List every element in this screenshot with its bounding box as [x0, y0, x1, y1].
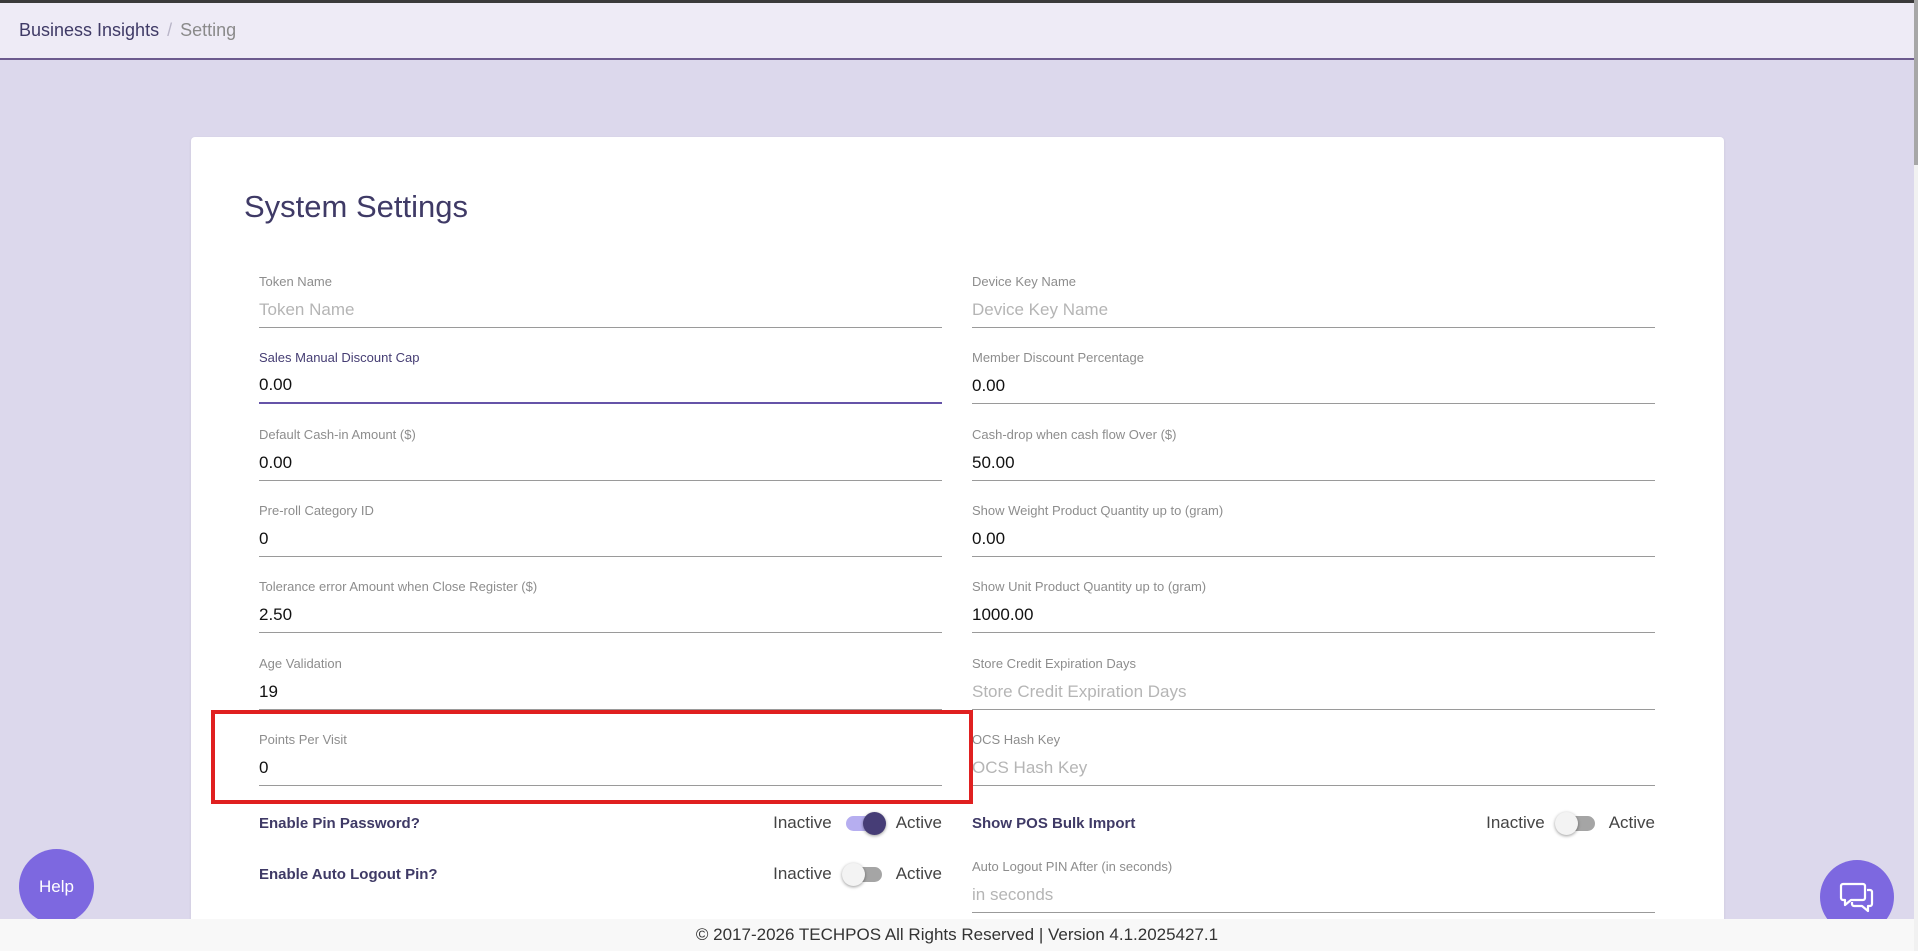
toggle-knob	[862, 812, 886, 835]
enable-pin-password-inactive-label: Inactive	[773, 813, 832, 832]
sales-manual-discount-cap-field: Sales Manual Discount Cap	[259, 344, 942, 414]
enable-auto-logout-pin-label: Enable Auto Logout Pin?	[259, 865, 438, 883]
cash-drop-over-field: Cash-drop when cash flow Over ($)	[972, 421, 1655, 491]
enable-auto-logout-pin-inactive-label: Inactive	[773, 864, 832, 883]
ocs-hash-key-label: OCS Hash Key	[972, 732, 1061, 747]
sales-manual-discount-cap-label: Sales Manual Discount Cap	[259, 350, 420, 365]
store-credit-expiration-days-label: Store Credit Expiration Days	[972, 656, 1137, 671]
store-credit-expiration-days-field: Store Credit Expiration Days	[972, 650, 1655, 720]
breadcrumb-business-insights[interactable]: Business Insights	[19, 20, 159, 41]
auto-logout-pin-after-input[interactable]	[972, 877, 1655, 913]
cash-drop-over-input[interactable]	[972, 445, 1655, 481]
pre-roll-category-id-input[interactable]	[259, 521, 942, 557]
toggle-knob	[841, 863, 865, 886]
show-unit-product-qty-field: Show Unit Product Quantity up to (gram)	[972, 573, 1655, 643]
age-validation-field: Age Validation	[259, 650, 942, 720]
tolerance-error-amount-input[interactable]	[259, 597, 942, 633]
token-name-field: Token Name	[259, 268, 942, 338]
show-pos-bulk-import-row: Show POS Bulk Import Inactive Active	[972, 808, 1655, 838]
device-key-name-label: Device Key Name	[972, 274, 1077, 289]
scrollbar-thumb[interactable]	[1914, 0, 1918, 165]
device-key-name-field: Device Key Name	[972, 268, 1655, 338]
settings-card: System Settings Token Name Device Key Na…	[191, 137, 1724, 927]
show-weight-product-qty-field: Show Weight Product Quantity up to (gram…	[972, 497, 1655, 567]
token-name-label: Token Name	[259, 274, 332, 289]
enable-pin-password-toggle[interactable]	[842, 808, 886, 838]
age-validation-input[interactable]	[259, 674, 942, 710]
toggle-knob	[1554, 812, 1578, 835]
footer-copyright: © 2017-2026 TECHPOS All Rights Reserved …	[695, 925, 1219, 944]
points-per-visit-field: Points Per Visit	[259, 726, 942, 796]
chat-bubbles-icon	[1839, 882, 1874, 913]
auto-logout-pin-after-label: Auto Logout PIN After (in seconds)	[972, 859, 1173, 874]
auto-logout-pin-after-field: Auto Logout PIN After (in seconds)	[972, 853, 1655, 923]
enable-pin-password-label: Enable Pin Password?	[259, 814, 420, 832]
store-credit-expiration-days-input[interactable]	[972, 674, 1655, 710]
show-weight-product-qty-label: Show Weight Product Quantity up to (gram…	[972, 503, 1224, 518]
breadcrumb-setting: Setting	[180, 20, 237, 40]
enable-auto-logout-pin-row: Enable Auto Logout Pin? Inactive Active	[259, 859, 942, 889]
show-pos-bulk-import-inactive-label: Inactive	[1486, 813, 1545, 832]
points-per-visit-input[interactable]	[259, 750, 942, 786]
help-button[interactable]: Help	[19, 849, 94, 924]
pre-roll-category-id-label: Pre-roll Category ID	[259, 503, 374, 518]
default-cash-in-amount-field: Default Cash-in Amount ($)	[259, 421, 942, 491]
enable-pin-password-row: Enable Pin Password? Inactive Active	[259, 808, 942, 838]
tolerance-error-amount-field: Tolerance error Amount when Close Regist…	[259, 573, 942, 643]
show-weight-product-qty-input[interactable]	[972, 521, 1655, 557]
default-cash-in-amount-input[interactable]	[259, 445, 942, 481]
show-pos-bulk-import-label: Show POS Bulk Import	[972, 814, 1136, 832]
member-discount-percentage-input[interactable]	[972, 368, 1655, 404]
ocs-hash-key-field: OCS Hash Key	[972, 726, 1655, 796]
show-unit-product-qty-label: Show Unit Product Quantity up to (gram)	[972, 579, 1207, 594]
pre-roll-category-id-field: Pre-roll Category ID	[259, 497, 942, 567]
enable-pin-password-active-label: Active	[895, 813, 942, 832]
breadcrumb-separator: /	[167, 20, 173, 40]
tolerance-error-amount-label: Tolerance error Amount when Close Regist…	[259, 579, 538, 594]
enable-auto-logout-pin-active-label: Active	[895, 864, 942, 883]
page-title: System Settings	[244, 189, 468, 224]
breadcrumb: Business Insights / Setting	[0, 3, 1914, 60]
show-pos-bulk-import-toggle[interactable]	[1554, 808, 1599, 838]
default-cash-in-amount-label: Default Cash-in Amount ($)	[259, 427, 416, 442]
enable-auto-logout-pin-toggle[interactable]	[841, 859, 886, 889]
ocs-hash-key-input[interactable]	[972, 750, 1655, 786]
sales-manual-discount-cap-input[interactable]	[259, 368, 942, 404]
show-pos-bulk-import-active-label: Active	[1608, 813, 1655, 832]
points-per-visit-label: Points Per Visit	[259, 732, 347, 747]
token-name-input[interactable]	[259, 292, 942, 328]
show-unit-product-qty-input[interactable]	[972, 597, 1655, 633]
footer: © 2017-2026 TECHPOS All Rights Reserved …	[0, 919, 1914, 951]
member-discount-percentage-field: Member Discount Percentage	[972, 344, 1655, 414]
cash-drop-over-label: Cash-drop when cash flow Over ($)	[972, 427, 1177, 442]
page-scrollbar[interactable]	[1914, 0, 1918, 951]
member-discount-percentage-label: Member Discount Percentage	[972, 350, 1144, 365]
device-key-name-input[interactable]	[972, 292, 1655, 328]
age-validation-label: Age Validation	[259, 656, 342, 671]
